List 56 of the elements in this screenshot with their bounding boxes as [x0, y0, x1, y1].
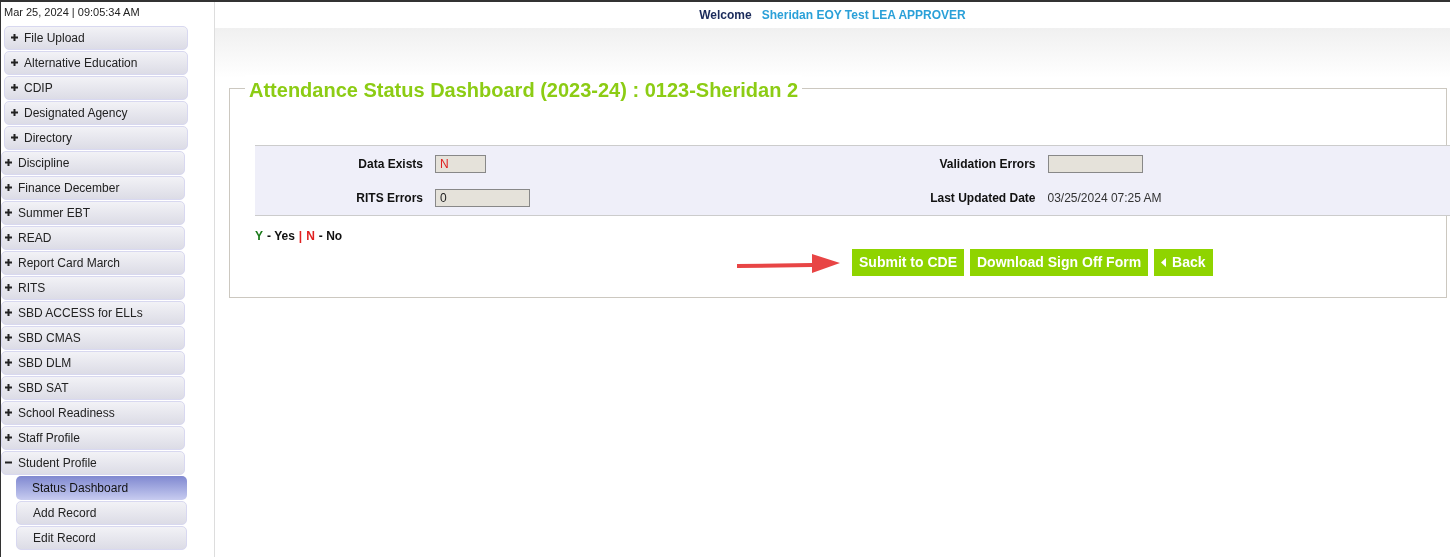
minus-icon — [5, 459, 12, 466]
plus-icon — [11, 134, 18, 141]
menu-item[interactable]: Designated Agency — [4, 100, 188, 125]
submenu-item[interactable]: Edit Record — [16, 525, 187, 550]
menu-item[interactable]: Summer EBT — [1, 200, 185, 225]
plus-icon — [5, 184, 12, 191]
menu-item[interactable]: Alternative Education — [4, 50, 188, 75]
legend-letter: N — [306, 228, 315, 245]
menu-item[interactable]: CDIP — [4, 75, 188, 100]
readonly-field[interactable]: N — [435, 154, 486, 173]
menu-item[interactable]: File Upload — [4, 25, 188, 50]
menu-item[interactable]: School Readiness — [1, 400, 185, 425]
welcome-label: Welcome — [699, 7, 752, 24]
plus-icon — [5, 434, 12, 441]
plus-icon — [5, 234, 12, 241]
plus-icon — [5, 309, 12, 316]
menu-item[interactable]: READ — [1, 225, 185, 250]
menu-item[interactable]: SBD CMAS — [1, 325, 185, 350]
plus-icon — [11, 109, 18, 116]
plus-icon — [5, 384, 12, 391]
plus-icon — [11, 59, 18, 66]
plus-icon — [11, 34, 18, 41]
menu-item[interactable]: Report Card March — [1, 250, 185, 275]
user-name: Sheridan EOY Test LEA APPROVER — [761, 7, 966, 24]
plus-icon — [5, 159, 12, 166]
plus-icon — [11, 84, 18, 91]
legend-text: - Yes — [267, 228, 295, 245]
submenu-item[interactable]: Add Record — [16, 500, 187, 525]
date-time: Mar 25, 2024 | 09:05:34 AM — [3, 5, 141, 20]
menu-item[interactable]: Finance December — [1, 175, 185, 200]
plus-icon — [5, 284, 12, 291]
submenu-item[interactable]: Status Dashboard — [16, 475, 187, 500]
caret-icon — [1161, 258, 1167, 267]
menu-item[interactable]: SBD DLM — [1, 350, 185, 375]
date-value: 03/25/2024 07:25 AM — [1047, 190, 1162, 205]
legend-letter: Y — [255, 228, 263, 245]
menu-item[interactable]: SBD SAT — [1, 375, 185, 400]
field-label: RITS Errors — [355, 189, 424, 207]
menu-item[interactable]: RITS — [1, 275, 185, 300]
field-label: Last Updated Date — [929, 189, 1037, 207]
plus-icon — [5, 334, 12, 341]
menu-item[interactable]: Staff Profile — [1, 425, 185, 450]
menu-item[interactable]: SBD ACCESS for ELLs — [1, 300, 185, 325]
plus-icon — [5, 209, 12, 216]
plus-icon — [5, 259, 12, 266]
menu-item[interactable]: Directory — [4, 125, 188, 150]
menu-item[interactable]: Discipline — [1, 150, 185, 175]
field-label: Data Exists — [357, 155, 424, 173]
plus-icon — [5, 359, 12, 366]
separator: | — [298, 228, 303, 245]
legend-text: - No — [318, 228, 343, 245]
readonly-field[interactable]: 0 — [435, 188, 530, 207]
menu-item[interactable]: Student Profile — [1, 450, 185, 475]
plus-icon — [5, 409, 12, 416]
readonly-field[interactable] — [1047, 154, 1143, 173]
field-label: Validation Errors — [938, 155, 1037, 173]
